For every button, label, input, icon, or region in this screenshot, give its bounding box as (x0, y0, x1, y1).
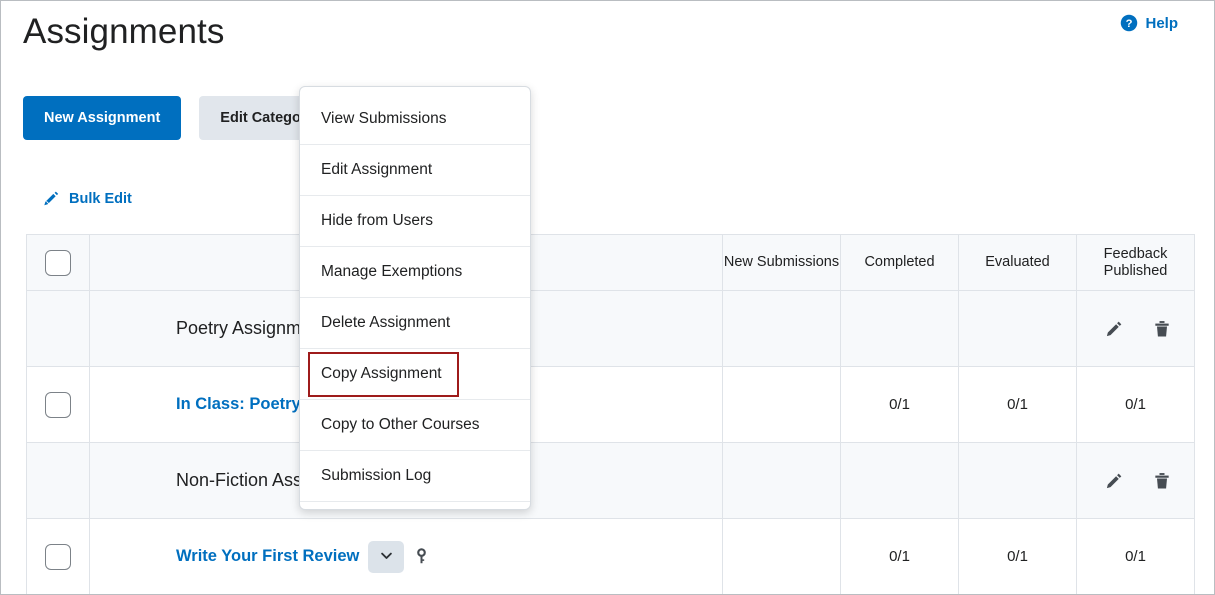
evaluated-cell: 0/1 (958, 518, 1077, 594)
new-submissions-cell (722, 442, 841, 519)
evaluated-cell (958, 290, 1077, 367)
page-title: Assignments (23, 12, 225, 51)
new-submissions-cell (722, 518, 841, 594)
edit-category-button[interactable] (1104, 318, 1124, 340)
menu-item-view-submissions[interactable]: View Submissions (300, 94, 530, 145)
bulk-edit-link[interactable]: Bulk Edit (41, 189, 132, 209)
new-submissions-cell (722, 290, 841, 367)
assignments-page: Assignments ? Help New Assignment Edit C… (0, 0, 1215, 595)
evaluated-cell: 0/1 (958, 366, 1077, 443)
table-row: Non-Fiction Assignments (26, 442, 1195, 519)
bulk-edit-label: Bulk Edit (69, 191, 132, 207)
category-actions-cell (1076, 442, 1195, 519)
new-assignment-button[interactable]: New Assignment (23, 96, 182, 140)
delete-trash-icon (1152, 318, 1172, 340)
help-link[interactable]: ? Help (1120, 14, 1178, 32)
table-header-row: New Submissions Completed Evaluated Feed… (26, 234, 1195, 291)
table-body: Poetry Assignments In Class: Poetry Slam… (26, 290, 1195, 594)
menu-item-edit-assignment[interactable]: Edit Assignment (300, 145, 530, 196)
menu-item-copy-assignment[interactable]: Copy Assignment (300, 349, 530, 400)
row-checkbox-cell (26, 290, 90, 367)
menu-item-manage-exemptions[interactable]: Manage Exemptions (300, 247, 530, 298)
edit-category-button[interactable] (1104, 470, 1124, 492)
svg-text:?: ? (1126, 18, 1133, 30)
row-checkbox-cell (26, 518, 90, 594)
row-checkbox[interactable] (45, 391, 71, 418)
help-label: Help (1145, 14, 1178, 32)
completed-cell (840, 290, 959, 367)
delete-trash-icon (1152, 470, 1172, 492)
edit-pencil-icon (1104, 318, 1124, 340)
row-checkbox[interactable] (45, 543, 71, 570)
chevron-down-icon (379, 548, 394, 566)
completed-header: Completed (840, 234, 959, 291)
table-row: In Class: Poetry Slam 0/1 0/1 0/1 (26, 366, 1195, 443)
assignment-context-menu: View Submissions Edit Assignment Hide fr… (299, 86, 531, 510)
table-header: New Submissions Completed Evaluated Feed… (26, 234, 1195, 291)
help-circle-icon: ? (1120, 14, 1138, 32)
row-checkbox-cell (26, 442, 90, 519)
assignment-name-cell: Write Your First Review (89, 518, 723, 594)
key-icon (413, 547, 430, 566)
table-row: Write Your First Review 0/1 0/1 0/1 (26, 518, 1195, 594)
evaluated-header: Evaluated (958, 234, 1077, 291)
feedback-published-cell: 0/1 (1076, 366, 1195, 443)
menu-item-delete-assignment[interactable]: Delete Assignment (300, 298, 530, 349)
edit-pencil-icon (1104, 470, 1124, 492)
delete-category-button[interactable] (1152, 470, 1172, 492)
select-all-checkbox[interactable] (45, 249, 71, 276)
menu-bottom-padding (300, 502, 530, 509)
select-all-header (26, 234, 90, 291)
assignment-menu-button[interactable] (368, 540, 405, 573)
assignment-row-inner: Write Your First Review (112, 540, 712, 573)
completed-cell (840, 442, 959, 519)
category-actions-cell (1076, 290, 1195, 367)
category-actions (1077, 470, 1194, 492)
menu-top-padding (300, 87, 530, 94)
pencil-icon (41, 189, 61, 209)
category-actions (1077, 318, 1194, 340)
assignment-link[interactable]: Write Your First Review (176, 547, 359, 566)
new-submissions-header: New Submissions (722, 234, 841, 291)
completed-cell: 0/1 (840, 518, 959, 594)
assignments-table: New Submissions Completed Evaluated Feed… (26, 234, 1195, 594)
delete-category-button[interactable] (1152, 318, 1172, 340)
completed-cell: 0/1 (840, 366, 959, 443)
evaluated-cell (958, 442, 1077, 519)
row-checkbox-cell (26, 366, 90, 443)
feedback-published-header: Feedback Published (1076, 234, 1195, 291)
menu-item-submission-log[interactable]: Submission Log (300, 451, 530, 502)
menu-item-hide-from-users[interactable]: Hide from Users (300, 196, 530, 247)
new-submissions-cell (722, 366, 841, 443)
feedback-published-cell: 0/1 (1076, 518, 1195, 594)
table-row: Poetry Assignments (26, 290, 1195, 367)
menu-item-copy-to-other-courses[interactable]: Copy to Other Courses (300, 400, 530, 451)
